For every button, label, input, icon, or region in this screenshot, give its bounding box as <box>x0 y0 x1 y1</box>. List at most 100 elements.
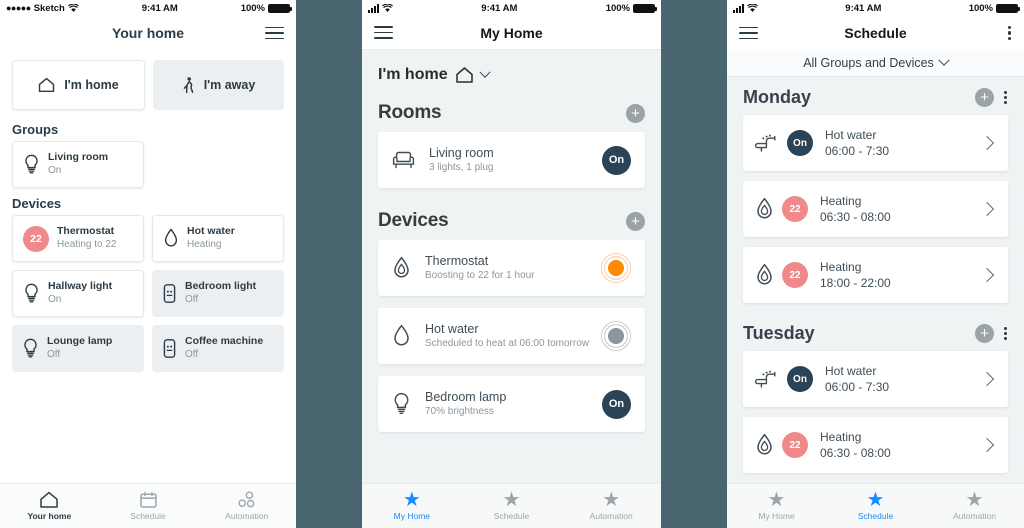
battery-icon <box>996 3 1020 13</box>
home-icon <box>39 491 59 509</box>
schedule-row[interactable]: 22 Heating 06:30 - 08:00 <box>743 417 1008 473</box>
star-icon: ★ <box>767 489 786 512</box>
chevron-right-icon <box>979 437 995 453</box>
temperature-badge: 22 <box>23 225 49 252</box>
star-icon: ★ <box>402 489 421 512</box>
schedule-row[interactable]: 22 Heating 18:00 - 22:00 <box>743 247 1008 303</box>
im-home-button[interactable]: I'm home <box>12 60 145 110</box>
device-toggle-on[interactable]: On <box>602 389 631 419</box>
status-time: 9:41 AM <box>481 2 518 14</box>
tab-schedule[interactable]: ★ Schedule <box>462 484 562 528</box>
device-tile-hot-water[interactable]: Hot water Heating <box>152 215 284 262</box>
mode-buttons: I'm home I'm away <box>0 50 296 114</box>
chevron-down-icon <box>478 66 491 78</box>
signal-dots-icon: ●●●●● <box>6 3 31 13</box>
tab-label: Schedule <box>857 511 894 522</box>
tab-label: Your home <box>27 511 72 522</box>
device-status: Heating to 22 <box>57 239 117 251</box>
im-away-button[interactable]: I'm away <box>153 60 284 110</box>
device-power-dial-on[interactable] <box>601 253 631 283</box>
star-icon: ★ <box>965 489 984 512</box>
tab-schedule[interactable]: ★ Schedule <box>826 484 925 528</box>
device-tile-coffee-machine[interactable]: Coffee machine Off <box>152 325 284 372</box>
device-card-bedroom-lamp[interactable]: Bedroom lamp 70% brightness On <box>378 376 645 432</box>
schedule-row[interactable]: 22 Heating 06:30 - 08:00 <box>743 181 1008 237</box>
schedule-row[interactable]: On Hot water 06:00 - 7:30 <box>743 351 1008 407</box>
kebab-icon[interactable] <box>1008 25 1012 41</box>
bulb-icon <box>392 392 411 416</box>
state-badge: 22 <box>782 196 808 222</box>
device-sub: 70% brightness <box>425 406 494 418</box>
droplet-icon <box>163 228 179 249</box>
dial-core <box>608 260 624 276</box>
device-card-thermostat[interactable]: Thermostat Boosting to 22 for 1 hour <box>378 240 645 296</box>
status-bar: 9:41 AM 100% <box>362 0 661 16</box>
schedule-name: Hot water <box>825 363 877 378</box>
device-power-dial-off[interactable] <box>601 321 631 351</box>
device-tile-lounge-lamp[interactable]: Lounge lamp Off <box>12 325 144 372</box>
schedule-row[interactable]: On Hot water 06:00 - 7:30 <box>743 115 1008 171</box>
droplet-icon <box>392 324 411 348</box>
state-badge: 22 <box>782 432 808 458</box>
hamburger-icon[interactable] <box>739 26 758 40</box>
device-card-hot-water[interactable]: Hot water Scheduled to heat at 06:00 tom… <box>378 308 645 364</box>
room-sub: 3 lights, 1 plug <box>429 162 494 174</box>
group-tile-living-room[interactable]: Living room On <box>12 141 144 188</box>
add-schedule-button[interactable]: + <box>975 324 994 343</box>
device-status: Heating <box>187 239 222 251</box>
hamburger-icon[interactable] <box>265 26 284 40</box>
schedule-name: Hot water <box>825 127 877 142</box>
device-name: Hot water <box>425 321 479 336</box>
battery-percent-label: 100% <box>968 2 993 14</box>
kebab-icon[interactable] <box>1004 90 1008 106</box>
status-bar-left <box>733 3 758 13</box>
devices-heading: Devices <box>378 210 449 231</box>
schedule-time: 18:00 - 22:00 <box>820 275 891 290</box>
schedule-time: 06:30 - 08:00 <box>820 445 891 460</box>
tab-label: Automation <box>589 511 633 522</box>
schedule-time: 06:00 - 7:30 <box>825 143 890 158</box>
add-schedule-button[interactable]: + <box>975 88 994 107</box>
nav-bar: Your home <box>0 16 296 50</box>
room-card-living-room[interactable]: Living room 3 lights, 1 plug On <box>378 132 645 188</box>
tab-my-home[interactable]: ★ My Home <box>727 484 826 528</box>
tab-label: My Home <box>393 511 431 522</box>
device-status: Off <box>185 294 199 306</box>
device-name: Lounge lamp <box>47 335 113 348</box>
devices-heading: Devices <box>12 196 62 211</box>
group-filter-dropdown[interactable]: All Groups and Devices <box>727 50 1024 77</box>
plug-icon <box>162 283 177 304</box>
device-tile-bedroom-light[interactable]: Bedroom light Off <box>152 270 284 317</box>
chevron-right-icon <box>979 267 995 283</box>
flame-droplet-icon <box>392 256 411 280</box>
tab-schedule[interactable]: Schedule <box>99 484 198 528</box>
tab-automation[interactable]: Automation <box>197 484 296 528</box>
room-toggle-on[interactable]: On <box>602 145 631 175</box>
wifi-icon <box>67 3 79 13</box>
three-phone-screens: ●●●●● Sketch 9:41 AM 100% Your home I'm … <box>0 0 1024 528</box>
signal-bars-icon <box>733 3 744 13</box>
nav-bar: Schedule <box>727 16 1024 50</box>
hamburger-icon[interactable] <box>374 26 393 39</box>
device-status: Off <box>47 349 61 361</box>
chevron-right-icon <box>979 135 995 151</box>
room-name: Living room <box>429 145 494 160</box>
device-tile-thermostat[interactable]: 22 Thermostat Heating to 22 <box>12 215 144 262</box>
tab-automation[interactable]: ★ Automation <box>561 484 661 528</box>
device-name: Thermostat <box>57 225 115 238</box>
bottom-tab-bar: Your home Schedule Automation <box>0 483 296 528</box>
add-room-button[interactable]: + <box>626 103 645 123</box>
tab-my-home[interactable]: ★ My Home <box>362 484 462 528</box>
bulb-icon <box>23 154 40 175</box>
device-tile-hallway-light[interactable]: Hallway light On <box>12 270 144 317</box>
kebab-icon[interactable] <box>1004 326 1008 342</box>
mode-selector[interactable]: I'm home <box>362 50 661 92</box>
state-badge: On <box>787 130 813 156</box>
add-device-button[interactable]: + <box>626 211 645 231</box>
tab-your-home[interactable]: Your home <box>0 484 99 528</box>
armchair-icon <box>392 149 415 171</box>
tab-automation[interactable]: ★ Automation <box>925 484 1024 528</box>
schedule-time: 06:30 - 08:00 <box>820 209 891 224</box>
calendar-icon <box>139 491 158 509</box>
day-name: Tuesday <box>743 323 815 343</box>
